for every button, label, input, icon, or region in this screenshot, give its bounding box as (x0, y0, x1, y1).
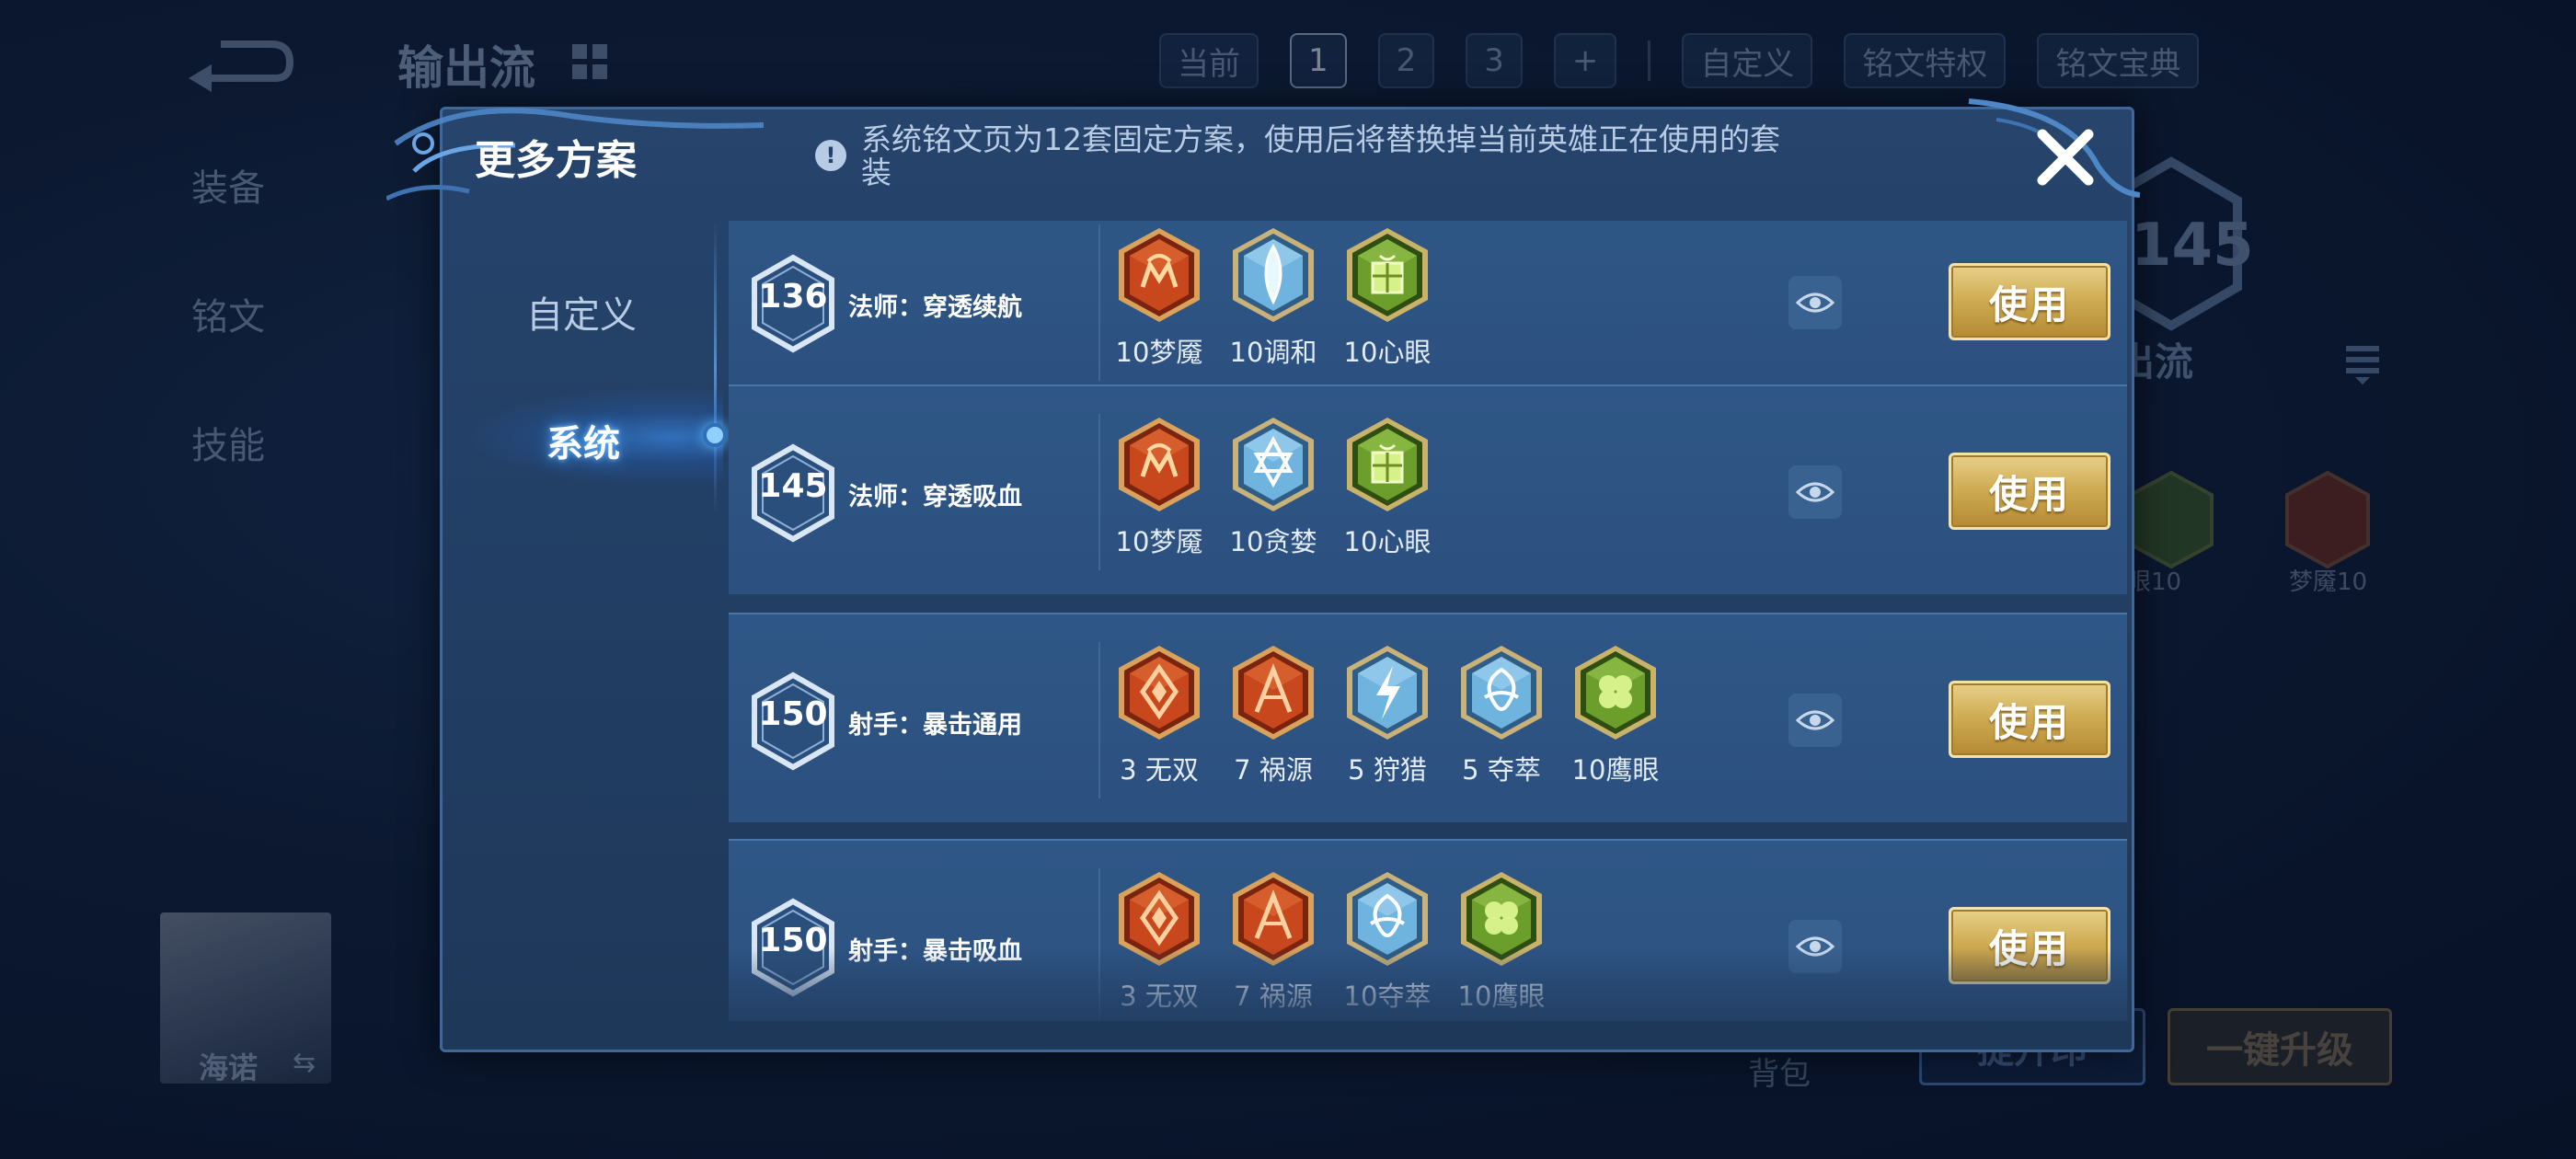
tab-indicator-dot (703, 423, 727, 447)
rune-label: 10鹰眼 (1457, 981, 1546, 1012)
rune-item: 10心眼 (1343, 224, 1432, 370)
divider (1098, 868, 1100, 1021)
rune-red-icon (1119, 872, 1200, 966)
rune-item: 5 夺萃 (1457, 642, 1546, 787)
scheme-name: 射手：暴击通用 (848, 711, 1022, 740)
rune-item: 3 无双 (1115, 868, 1203, 1014)
use-button[interactable]: 使用 (1949, 453, 2110, 530)
scheme-list[interactable]: 136 法师：穿透续航 10梦魇 10调和 10心眼 使用 145 法师：穿透吸… (729, 221, 2129, 1021)
scheme-name: 射手：暴击吸血 (848, 937, 1022, 966)
rune-label: 10调和 (1229, 337, 1317, 368)
rune-item: 10夺萃 (1343, 868, 1432, 1014)
rune-item: 10贪婪 (1229, 414, 1317, 559)
rune-row: 10梦魇 10调和 10心眼 (1115, 224, 1432, 370)
rune-label: 10梦魇 (1115, 337, 1203, 368)
rune-row: 3 无双 7 祸源 10夺萃 10鹰眼 (1115, 868, 1546, 1014)
rune-red-icon (1233, 872, 1314, 966)
preview-button[interactable] (1788, 694, 1842, 747)
use-button[interactable]: 使用 (1949, 263, 2110, 340)
rune-row: 3 无双 7 祸源 5 狩猎 5 夺萃 10鹰眼 (1115, 642, 1660, 787)
divider (1098, 642, 1100, 798)
scheme-level: 145 (758, 467, 828, 505)
scheme-card: 145 法师：穿透吸血 10梦魇 10贪婪 10心眼 使用 (729, 384, 2127, 594)
preview-button[interactable] (1788, 276, 1842, 329)
rune-item: 3 无双 (1115, 642, 1203, 787)
scheme-card: 136 法师：穿透续航 10梦魇 10调和 10心眼 使用 (729, 221, 2127, 405)
rune-red-icon (1119, 646, 1200, 740)
modal-notice: 系统铭文页为12套固定方案，使用后将替换掉当前英雄正在使用的套装 (861, 121, 1780, 190)
rune-item: 10梦魇 (1115, 224, 1203, 370)
rune-label: 10梦魇 (1115, 526, 1203, 557)
rune-green-icon (1461, 872, 1542, 966)
scheme-card: 150 射手：暴击吸血 3 无双 7 祸源 10夺萃 10鹰眼 使用 (729, 839, 2127, 1021)
rune-label: 5 狩猎 (1348, 754, 1427, 786)
tab-custom[interactable]: 自定义 (526, 285, 637, 339)
rune-label: 3 无双 (1120, 981, 1199, 1012)
rune-blue-icon (1347, 872, 1428, 966)
rune-blue-icon (1461, 646, 1542, 740)
divider (1098, 224, 1100, 381)
rune-item: 10鹰眼 (1571, 642, 1660, 787)
preview-button[interactable] (1788, 465, 1842, 519)
eye-icon (1796, 936, 1834, 957)
tab-system[interactable]: 系统 (546, 414, 620, 467)
preview-button[interactable] (1788, 920, 1842, 973)
rune-item: 10调和 (1229, 224, 1317, 370)
scheme-level: 136 (758, 278, 828, 316)
rune-item: 7 祸源 (1229, 642, 1317, 787)
scheme-level: 150 (758, 695, 828, 733)
scheme-name: 法师：穿透续航 (848, 293, 1022, 322)
rune-label: 10心眼 (1343, 526, 1432, 557)
rune-label: 10贪婪 (1229, 526, 1317, 557)
rune-label: 3 无双 (1120, 754, 1199, 786)
rune-green-icon (1347, 418, 1428, 511)
scheme-card: 150 射手：暴击通用 3 无双 7 祸源 5 狩猎 5 夺萃 10鹰眼 使用 (729, 613, 2127, 822)
rune-red-icon (1233, 646, 1314, 740)
rune-item: 10心眼 (1343, 414, 1432, 559)
eye-icon (1796, 710, 1834, 730)
modal-title: 更多方案 (475, 137, 637, 184)
rune-green-icon (1575, 646, 1656, 740)
rune-blue-icon (1233, 418, 1314, 511)
use-button[interactable]: 使用 (1949, 907, 2110, 984)
divider (1098, 414, 1100, 570)
rune-label: 7 祸源 (1234, 981, 1313, 1012)
eye-icon (1796, 293, 1834, 313)
rune-label: 10心眼 (1343, 337, 1432, 368)
rune-row: 10梦魇 10贪婪 10心眼 (1115, 414, 1432, 559)
rune-label: 5 夺萃 (1462, 754, 1541, 786)
close-icon[interactable] (2031, 123, 2099, 191)
eye-icon (1796, 482, 1834, 502)
rune-red-icon (1119, 228, 1200, 322)
info-icon: ! (815, 140, 846, 171)
rune-item: 5 狩猎 (1343, 642, 1432, 787)
rune-blue-icon (1233, 228, 1314, 322)
rune-item: 7 祸源 (1229, 868, 1317, 1014)
rune-item: 10鹰眼 (1457, 868, 1546, 1014)
rune-red-icon (1119, 418, 1200, 511)
rune-label: 10鹰眼 (1571, 754, 1660, 786)
rune-label: 7 祸源 (1234, 754, 1313, 786)
rune-item: 10梦魇 (1115, 414, 1203, 559)
rune-blue-icon (1347, 646, 1428, 740)
rune-label: 10夺萃 (1343, 981, 1432, 1012)
use-button[interactable]: 使用 (1949, 681, 2110, 758)
rune-green-icon (1347, 228, 1428, 322)
scheme-level: 150 (758, 922, 828, 959)
scheme-name: 法师：穿透吸血 (848, 483, 1022, 511)
